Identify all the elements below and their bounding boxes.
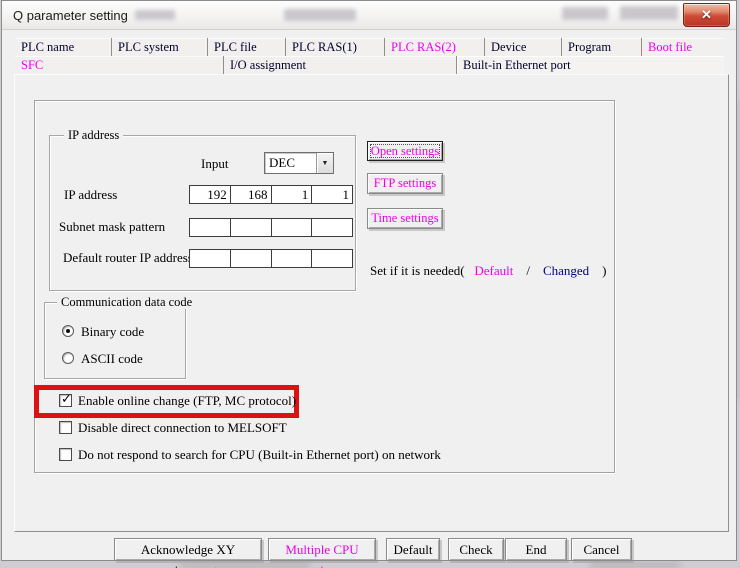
check-label: Check xyxy=(459,542,492,557)
tab-label: I/O assignment xyxy=(230,58,306,72)
title-bar[interactable]: Q parameter setting ✕ xyxy=(2,1,736,30)
tab-label: PLC name xyxy=(21,40,74,54)
tab-device[interactable]: Device xyxy=(484,38,561,56)
ip-octet-1[interactable]: 192 xyxy=(190,186,230,203)
time-settings-button[interactable]: Time settings xyxy=(367,208,443,229)
input-label: Input xyxy=(201,156,228,172)
tab-io-assignment[interactable]: I/O assignment xyxy=(223,56,456,74)
tab-label: Program xyxy=(568,40,611,54)
do-not-respond-search-checkbox[interactable] xyxy=(59,448,72,461)
window-title: Q parameter setting xyxy=(13,8,128,23)
tab-plc-system[interactable]: PLC system xyxy=(111,38,207,56)
tab-label: Device xyxy=(491,40,526,54)
background-window-fragment xyxy=(620,6,678,20)
set-if-needed-note: Set if it is needed( Default / Changed ) xyxy=(370,263,607,279)
note-changed: Changed xyxy=(543,263,589,278)
tab-plc-ras2[interactable]: PLC RAS(2) xyxy=(384,38,484,56)
communication-group-title: Communication data code xyxy=(57,295,196,309)
tab-label: PLC system xyxy=(118,40,179,54)
ip-octet-2[interactable]: 168 xyxy=(230,186,271,203)
router-octet-2[interactable] xyxy=(230,250,271,267)
binary-code-radio[interactable] xyxy=(62,325,74,337)
ip-address-group-title: IP address xyxy=(64,128,123,142)
note-default: Default xyxy=(474,263,513,278)
ip-address-field[interactable]: 192 168 1 1 xyxy=(189,185,353,204)
open-settings-label: Open settings xyxy=(371,144,439,158)
open-settings-button[interactable]: Open settings xyxy=(367,141,443,161)
background-window-fragment xyxy=(135,10,175,20)
ip-address-label: IP address xyxy=(64,187,117,203)
do-not-respond-search-label: Do not respond to search for CPU (Built-… xyxy=(78,447,441,463)
close-icon: ✕ xyxy=(701,7,712,22)
tab-boot-file[interactable]: Boot file xyxy=(641,38,724,56)
acknowledge-xy-assignment-button[interactable]: Acknowledge XY assignment xyxy=(114,538,262,561)
cancel-label: Cancel xyxy=(583,542,619,557)
ascii-code-label: ASCII code xyxy=(81,351,143,367)
check-button[interactable]: Check xyxy=(448,538,504,561)
router-octet-4[interactable] xyxy=(311,250,352,267)
input-format-value: DEC xyxy=(265,153,316,173)
note-suffix: ) xyxy=(602,263,606,278)
default-router-label: Default router IP address xyxy=(63,250,193,266)
subnet-octet-3[interactable] xyxy=(271,219,312,236)
binary-code-label: Binary code xyxy=(81,324,144,340)
ip-octet-3[interactable]: 1 xyxy=(271,186,312,203)
enable-online-change-label: Enable online change (FTP, MC protocol) xyxy=(78,393,296,409)
disable-direct-connection-checkbox[interactable] xyxy=(59,421,72,434)
enable-online-change-checkbox[interactable] xyxy=(59,394,72,407)
time-settings-label: Time settings xyxy=(371,211,438,225)
tab-plc-name[interactable]: PLC name xyxy=(15,38,111,56)
disable-direct-connection-label: Disable direct connection to MELSOFT xyxy=(78,420,287,436)
background-window-fragment xyxy=(562,7,608,20)
tab-label: SFC xyxy=(21,58,43,72)
tab-label: Boot file xyxy=(648,40,692,54)
ascii-code-radio[interactable] xyxy=(62,352,74,364)
tab-program[interactable]: Program xyxy=(561,38,641,56)
close-button[interactable]: ✕ xyxy=(683,3,730,27)
note-prefix: Set if it is needed( xyxy=(370,263,465,278)
background-window-fragment xyxy=(284,9,356,21)
tab-plc-ras1[interactable]: PLC RAS(1) xyxy=(285,38,384,56)
subnet-mask-label: Subnet mask pattern xyxy=(59,219,165,235)
tab-built-in-ethernet-port[interactable]: Built-in Ethernet port xyxy=(456,56,724,75)
communication-data-code-group: Communication data code xyxy=(44,302,186,379)
subnet-octet-1[interactable] xyxy=(190,219,230,236)
subnet-octet-2[interactable] xyxy=(230,219,271,236)
tab-sfc[interactable]: SFC xyxy=(15,56,223,74)
background-window-fragment xyxy=(590,562,680,568)
subnet-octet-4[interactable] xyxy=(311,219,352,236)
default-label: Default xyxy=(394,542,433,557)
tab-plc-file[interactable]: PLC file xyxy=(207,38,285,56)
chevron-down-icon[interactable]: ▼ xyxy=(316,153,333,173)
default-button[interactable]: Default xyxy=(386,538,440,561)
input-format-select[interactable]: DEC ▼ xyxy=(264,152,334,174)
router-octet-3[interactable] xyxy=(271,250,312,267)
subnet-mask-field[interactable] xyxy=(189,218,353,237)
router-octet-1[interactable] xyxy=(190,250,230,267)
cancel-button[interactable]: Cancel xyxy=(571,538,632,561)
q-parameter-setting-dialog: Q parameter setting ✕ PLC name PLC syste… xyxy=(1,0,737,561)
ftp-settings-button[interactable]: FTP settings xyxy=(367,173,443,194)
tab-label: PLC file xyxy=(214,40,257,54)
tab-label: PLC RAS(1) xyxy=(292,40,357,54)
tab-label: PLC RAS(2) xyxy=(391,40,456,54)
multiple-cpu-settings-button[interactable]: Multiple CPU settings xyxy=(268,538,376,561)
end-button[interactable]: End xyxy=(505,538,567,561)
default-router-field[interactable] xyxy=(189,249,353,268)
end-label: End xyxy=(526,542,547,557)
note-separator: / xyxy=(526,263,530,278)
ftp-settings-label: FTP settings xyxy=(374,176,436,190)
tab-label: Built-in Ethernet port xyxy=(463,58,571,72)
ip-octet-4[interactable]: 1 xyxy=(311,186,352,203)
